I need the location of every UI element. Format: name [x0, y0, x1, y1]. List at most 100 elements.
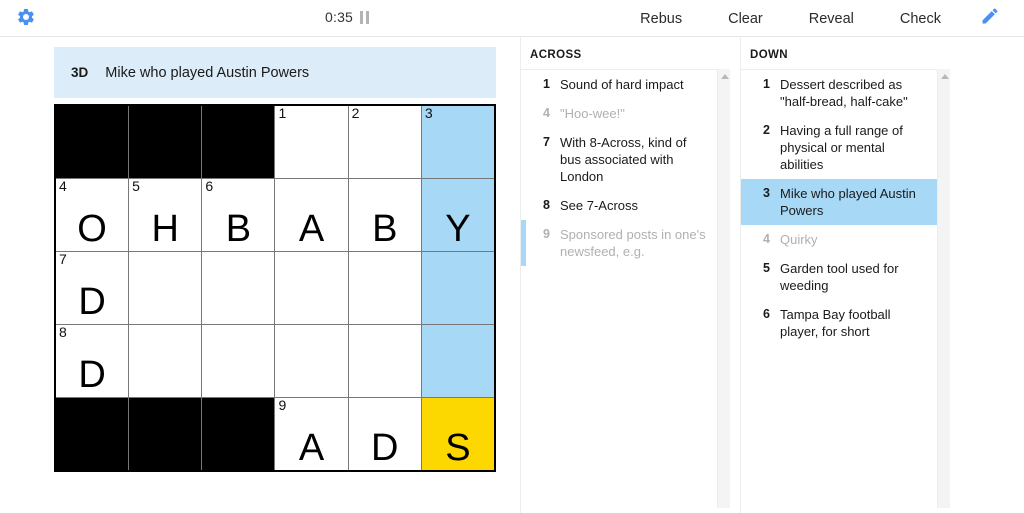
- grid-block-cell: [129, 398, 202, 470]
- grid-cell[interactable]: 6B: [202, 179, 275, 251]
- across-clue-number: 9: [543, 227, 550, 241]
- across-heading: ACROSS: [530, 49, 582, 61]
- gear-icon: [16, 7, 36, 32]
- grid-cell-letter: S: [445, 427, 471, 469]
- grid-cell[interactable]: D: [348, 398, 421, 470]
- reveal-button[interactable]: Reveal: [786, 5, 877, 33]
- grid-cell[interactable]: 4O: [56, 179, 129, 251]
- down-clue-item[interactable]: 6 Tampa Bay football player, for short: [741, 300, 937, 346]
- scroll-up-arrow-icon[interactable]: [941, 74, 949, 79]
- scroll-up-arrow-icon[interactable]: [721, 74, 729, 79]
- down-clue-number: 3: [763, 186, 770, 200]
- grid-cell-letter: D: [371, 427, 399, 469]
- current-clue-bar[interactable]: 3D Mike who played Austin Powers: [54, 47, 496, 98]
- grid-cell[interactable]: 9A: [275, 398, 348, 470]
- down-list-wrap: 1 Dessert described as "half-bread, half-…: [741, 69, 950, 508]
- grid-cell-letter: A: [298, 427, 325, 469]
- down-clue-number: 6: [763, 307, 770, 321]
- pencil-mode-button[interactable]: [968, 4, 1012, 34]
- grid-cell[interactable]: S: [421, 398, 494, 470]
- grid-cell[interactable]: 8D: [56, 325, 129, 397]
- grid-cell[interactable]: A: [275, 179, 348, 251]
- check-button[interactable]: Check: [877, 5, 964, 33]
- across-clue-text: Sound of hard impact: [560, 77, 684, 92]
- down-clue-number: 1: [763, 77, 770, 91]
- across-clue-number: 1: [543, 77, 550, 91]
- current-clue-number: 3D: [71, 65, 89, 80]
- grid-cell[interactable]: 5H: [129, 179, 202, 251]
- down-clue-text: Mike who played Austin Powers: [780, 186, 916, 218]
- across-clue-text: See 7-Across: [560, 198, 639, 213]
- down-clue-text: Quirky: [780, 232, 818, 247]
- timer-value: 0:35: [325, 9, 354, 25]
- timer[interactable]: 0:35: [325, 9, 370, 25]
- grid-cell-letter: O: [77, 208, 107, 250]
- grid-cell[interactable]: Y: [421, 179, 494, 251]
- toolbar-actions: Rebus Clear Reveal Check: [617, 0, 1012, 37]
- grid-cell-number: 1: [278, 106, 287, 121]
- grid-cell-number: 3: [424, 106, 433, 121]
- crossword-grid[interactable]: 1234O5H6BABY7D8D9ADS: [54, 104, 496, 472]
- grid-cell[interactable]: 2: [348, 106, 421, 178]
- down-clue-text: Tampa Bay football player, for short: [780, 307, 891, 339]
- grid-cell[interactable]: [348, 325, 421, 397]
- grid-cell[interactable]: [275, 252, 348, 324]
- down-clue-item[interactable]: 5 Garden tool used for weeding: [741, 254, 937, 300]
- down-clue-number: 5: [763, 261, 770, 275]
- across-clue-item[interactable]: 7 With 8-Across, kind of bus associated w…: [521, 128, 717, 191]
- grid-cell[interactable]: 3: [421, 106, 494, 178]
- across-clue-item[interactable]: 8 See 7-Across: [521, 191, 717, 220]
- grid-cell-letter: Y: [445, 208, 471, 250]
- grid-cell[interactable]: [348, 252, 421, 324]
- across-scrollbar[interactable]: [717, 69, 730, 508]
- across-clue-number: 4: [543, 106, 550, 120]
- grid-cell-number: 2: [351, 106, 360, 121]
- clear-button[interactable]: Clear: [705, 5, 786, 33]
- grid-cell-number: 6: [205, 179, 214, 194]
- grid-cell[interactable]: 1: [275, 106, 348, 178]
- grid-cell-number: 5: [132, 179, 140, 194]
- grid-cell-number: 8: [59, 325, 67, 340]
- grid-cell[interactable]: [421, 252, 494, 324]
- pause-icon[interactable]: [360, 10, 370, 24]
- down-heading: DOWN: [750, 49, 789, 61]
- across-clue-panel: ACROSS 1 Sound of hard impact 4 "Hoo-wee!" 7…: [521, 37, 730, 513]
- grid-block-cell: [202, 106, 275, 178]
- across-clue-text: Sponsored posts in one's newsfeed, e.g.: [560, 227, 706, 259]
- grid-cell[interactable]: [421, 325, 494, 397]
- across-clue-list[interactable]: 1 Sound of hard impact 4 "Hoo-wee!" 7 With 8-…: [521, 69, 717, 508]
- down-clue-item[interactable]: 4 Quirky: [741, 225, 937, 254]
- top-toolbar: 0:35 Rebus Clear Reveal Check: [0, 0, 1024, 37]
- across-clue-item[interactable]: 4 "Hoo-wee!": [521, 99, 717, 128]
- grid-cell[interactable]: [275, 325, 348, 397]
- grid-block-cell: [56, 106, 129, 178]
- down-clue-item[interactable]: 3 Mike who played Austin Powers: [741, 179, 937, 225]
- grid-cell-letter: D: [78, 281, 106, 323]
- grid-cell[interactable]: [129, 252, 202, 324]
- down-clue-item[interactable]: 1 Dessert described as "half-bread, half-…: [741, 70, 937, 116]
- down-scrollbar[interactable]: [937, 69, 950, 508]
- down-clue-text: Garden tool used for weeding: [780, 261, 899, 293]
- grid-cell-letter: D: [78, 354, 106, 396]
- down-clue-item[interactable]: 2 Having a full range of physical or ment…: [741, 116, 937, 179]
- down-clue-list[interactable]: 1 Dessert described as "half-bread, half-…: [741, 69, 937, 508]
- across-list-wrap: 1 Sound of hard impact 4 "Hoo-wee!" 7 With 8-…: [521, 69, 730, 508]
- across-clue-item[interactable]: 9 Sponsored posts in one's newsfeed, e.g.: [521, 220, 717, 266]
- across-clue-item[interactable]: 1 Sound of hard impact: [521, 70, 717, 99]
- grid-cell[interactable]: [202, 325, 275, 397]
- grid-cell[interactable]: B: [348, 179, 421, 251]
- grid-cell-number: 4: [59, 179, 67, 194]
- grid-cell-letter: H: [151, 208, 179, 250]
- grid-cell[interactable]: [129, 325, 202, 397]
- down-clue-number: 4: [763, 232, 770, 246]
- grid-cell[interactable]: [202, 252, 275, 324]
- grid-block-cell: [129, 106, 202, 178]
- grid-cell-letter: A: [298, 208, 325, 250]
- grid-cell[interactable]: 7D: [56, 252, 129, 324]
- down-clue-panel: DOWN 1 Dessert described as "half-bread, …: [741, 37, 950, 513]
- grid-block-cell: [202, 398, 275, 470]
- down-clue-text: Having a full range of physical or menta…: [780, 123, 903, 172]
- settings-button[interactable]: [14, 7, 38, 31]
- grid-cell-letter: B: [225, 208, 252, 250]
- rebus-button[interactable]: Rebus: [617, 5, 705, 33]
